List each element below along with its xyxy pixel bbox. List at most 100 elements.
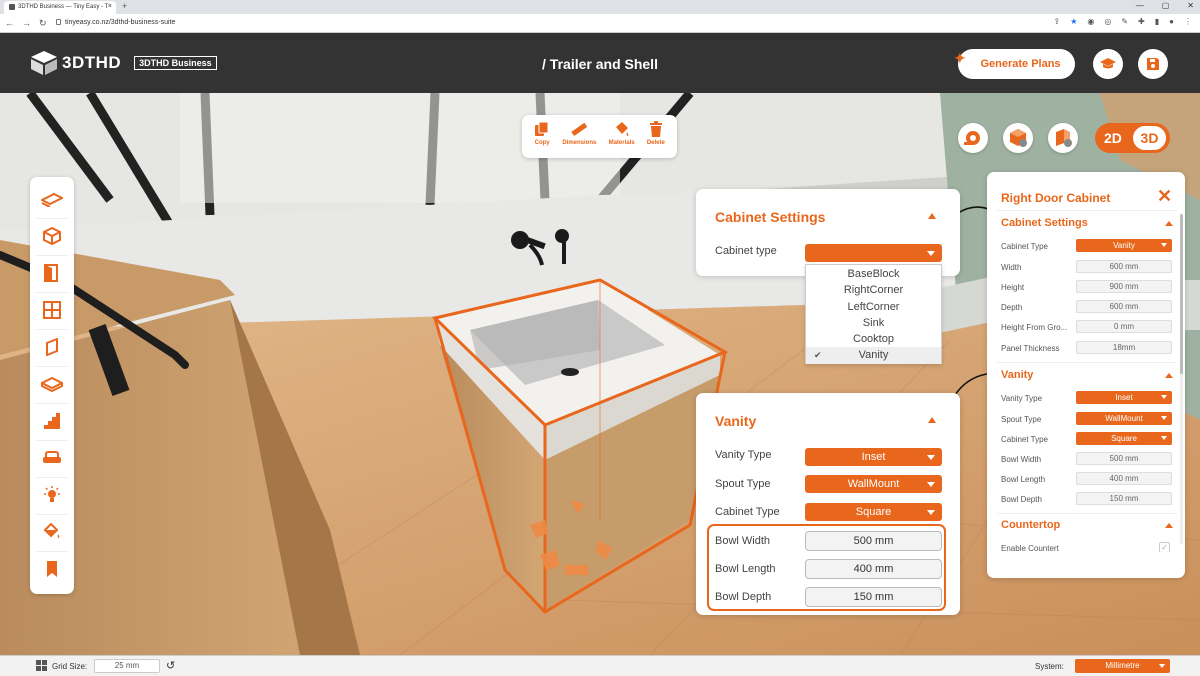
dropdown-option-cooktop[interactable]: Cooktop — [806, 331, 941, 347]
generate-plans-button[interactable]: ✦ Generate Plans — [954, 49, 1075, 79]
spout-type-value: WallMount — [1105, 414, 1143, 423]
cabinet-type-label: Cabinet Type — [715, 506, 780, 518]
stairs-tool-button[interactable] — [35, 405, 69, 437]
cabinet-type-select[interactable] — [805, 244, 942, 262]
collapse-icon[interactable] — [928, 417, 936, 423]
view-mode-toggle[interactable]: 2D 3D — [1095, 123, 1170, 153]
materials-button[interactable]: Materials — [609, 121, 635, 158]
extension-icon[interactable]: ✎ — [1121, 17, 1128, 26]
scrollbar-thumb[interactable] — [1180, 214, 1183, 374]
door-tool-button[interactable] — [35, 257, 69, 289]
back-icon[interactable]: ← — [5, 18, 14, 29]
profile-icon[interactable]: ● — [1169, 17, 1174, 26]
2d-option[interactable]: 2D — [1104, 130, 1122, 146]
extension-icon[interactable]: ◎ — [1104, 17, 1111, 26]
dropdown-option-leftcorner[interactable]: LeftCorner — [806, 299, 941, 315]
copy-label: Copy — [534, 140, 550, 146]
bowl-width-input[interactable]: 500 mm — [1076, 452, 1172, 465]
bookmark-star-icon[interactable]: ★ — [1070, 17, 1077, 26]
vanity-section[interactable]: Vanity — [1001, 369, 1033, 381]
depth-input[interactable]: 600 mm — [1076, 300, 1172, 313]
spout-type-select[interactable]: WallMount — [805, 475, 942, 493]
dimensions-label: Dimensions — [562, 140, 597, 146]
paint-tool-button[interactable] — [35, 516, 69, 548]
cabinet-settings-title: Cabinet Settings — [715, 209, 826, 225]
spout-type-select[interactable]: WallMount — [1076, 412, 1172, 425]
collapse-icon[interactable] — [1165, 523, 1173, 528]
url-field[interactable]: tinyeasy.co.nz/3dthd-business-suite — [56, 19, 175, 26]
wall-panel-tool-button[interactable] — [35, 331, 69, 363]
window-tool-button[interactable] — [35, 294, 69, 326]
close-icon[interactable]: ✕ — [1157, 186, 1172, 207]
menu-icon[interactable]: ⋮ — [1184, 17, 1192, 26]
3d-option[interactable]: 3D — [1133, 126, 1166, 150]
collapse-icon[interactable] — [1165, 373, 1173, 378]
browser-tab[interactable]: 3DTHD Business — Tiny Easy - T × — [4, 1, 116, 14]
bowl-depth-input[interactable]: 150 mm — [1076, 492, 1172, 505]
dropdown-option-rightcorner[interactable]: RightCorner — [806, 282, 941, 298]
measure-view-button[interactable] — [958, 123, 988, 153]
new-tab-icon[interactable]: + — [122, 1, 127, 11]
dimensions-button[interactable]: Dimensions — [562, 121, 596, 158]
collapse-icon[interactable] — [1165, 221, 1173, 226]
minimize-icon[interactable]: — — [1136, 1, 1144, 10]
dropdown-option-baseblock[interactable]: BaseBlock — [806, 266, 941, 282]
stairs-icon — [44, 413, 60, 429]
close-tab-icon[interactable]: × — [108, 3, 112, 10]
vanity-type-select[interactable]: Inset — [805, 448, 942, 466]
share-icon[interactable]: ⇪ — [1054, 17, 1061, 26]
vanity-type-value: Inset — [1115, 393, 1133, 402]
cabinet-shape-select[interactable]: Square — [805, 503, 942, 521]
save-button[interactable] — [1138, 49, 1168, 79]
sidebar-icon[interactable]: ▮ — [1155, 17, 1159, 26]
countertop-tool-button[interactable] — [35, 368, 69, 400]
maximize-icon[interactable]: ▢ — [1162, 1, 1170, 10]
cabinet-shape-select[interactable]: Square — [1076, 432, 1172, 445]
bowl-length-label: Bowl Length — [1001, 475, 1046, 484]
graduation-cap-icon — [1100, 58, 1116, 69]
copy-button[interactable]: Copy — [534, 121, 550, 158]
bowl-depth-label: Bowl Depth — [1001, 495, 1042, 504]
door-icon — [44, 264, 58, 282]
chevron-down-icon — [1161, 436, 1167, 440]
box-tool-button[interactable] — [35, 220, 69, 252]
close-window-icon[interactable]: ✕ — [1187, 1, 1194, 10]
scrollbar[interactable] — [1180, 214, 1183, 544]
reset-icon[interactable]: ↺ — [166, 659, 175, 672]
vanity-type-label: Vanity Type — [715, 449, 772, 461]
forward-icon[interactable]: → — [22, 18, 31, 29]
tutorial-button[interactable] — [1093, 49, 1123, 79]
checkmark-icon: ✔ — [814, 350, 822, 361]
vanity-type-select[interactable]: Inset — [1076, 391, 1172, 404]
dropdown-option-label: Vanity — [858, 349, 889, 362]
chevron-down-icon — [1161, 243, 1167, 247]
reload-icon[interactable]: ↻ — [39, 18, 47, 29]
panel-thickness-input[interactable]: 18mm — [1076, 341, 1172, 354]
unit-system-select[interactable]: Millimetre — [1075, 659, 1170, 673]
delete-button[interactable]: Delete — [647, 121, 665, 158]
dropdown-option-sink[interactable]: Sink — [806, 315, 941, 331]
cabinet-type-value: Vanity — [1113, 241, 1135, 250]
cabinet-type-dropdown[interactable]: BaseBlock RightCorner LeftCorner Sink Co… — [805, 264, 942, 364]
countertop-section[interactable]: Countertop — [1001, 519, 1060, 531]
enable-countertop-checkbox[interactable]: ✓ — [1159, 542, 1170, 552]
status-bar: Grid Size: 25 mm ↺ System: Millimetre — [0, 655, 1200, 676]
collapse-icon[interactable] — [928, 213, 936, 219]
sofa-tool-button[interactable] — [35, 442, 69, 474]
room-view-button[interactable] — [1048, 123, 1078, 153]
cabinet-settings-section[interactable]: Cabinet Settings — [1001, 217, 1088, 229]
bookmark-tool-button[interactable] — [35, 553, 69, 585]
bowl-length-input[interactable]: 400 mm — [1076, 472, 1172, 485]
floor-tool-button[interactable] — [35, 183, 69, 215]
dropdown-option-vanity[interactable]: ✔ Vanity — [806, 347, 941, 364]
bowl-dimensions-highlight — [707, 524, 946, 611]
cabinet-type-select[interactable]: Vanity — [1076, 239, 1172, 252]
light-tool-button[interactable] — [35, 479, 69, 511]
puzzle-icon[interactable]: ✚ — [1138, 17, 1145, 26]
width-input[interactable]: 600 mm — [1076, 260, 1172, 273]
grid-size-input[interactable]: 25 mm — [94, 659, 160, 673]
cube-view-button[interactable] — [1003, 123, 1033, 153]
extension-icon[interactable]: ◉ — [1087, 17, 1094, 26]
height-from-ground-input[interactable]: 0 mm — [1076, 320, 1172, 333]
height-input[interactable]: 900 mm — [1076, 280, 1172, 293]
